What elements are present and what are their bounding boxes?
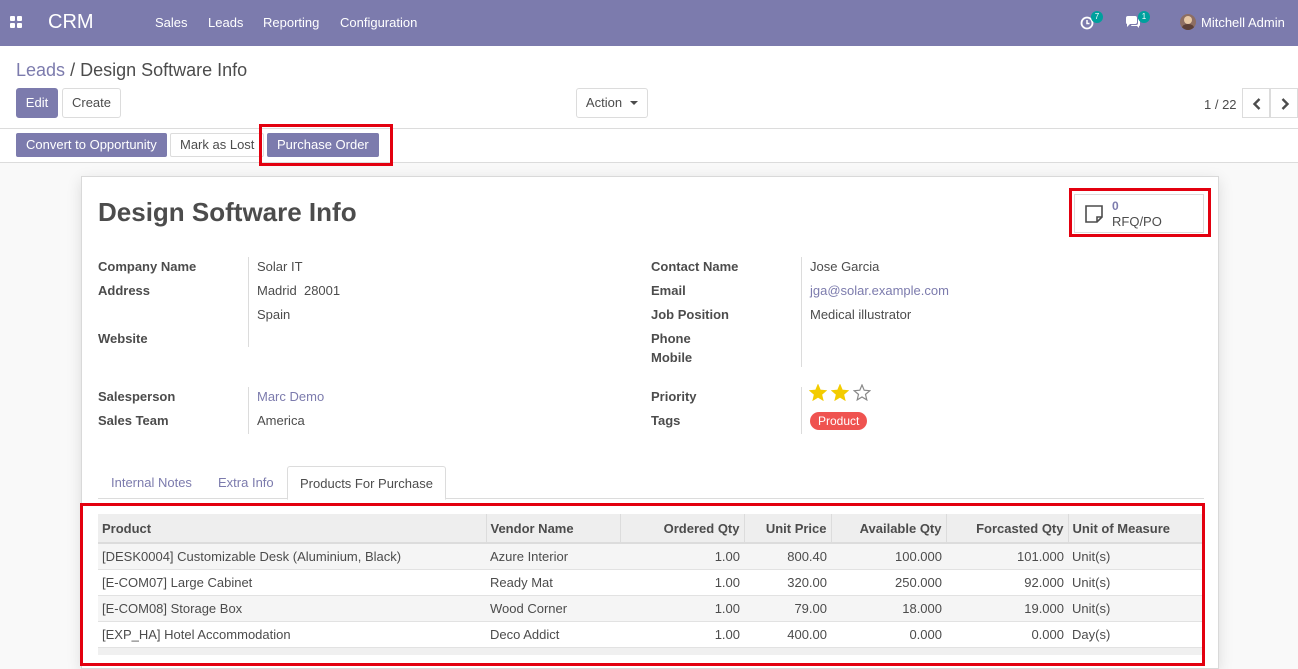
create-button[interactable]: Create	[62, 88, 121, 118]
company-name-value: Solar IT	[257, 259, 303, 274]
message-badge: 1	[1138, 11, 1150, 23]
menu-leads[interactable]: Leads	[208, 15, 243, 30]
control-panel: Leads / Design Software Info Edit Create…	[0, 46, 1298, 129]
mobile-label: Mobile	[651, 350, 693, 365]
phone-label: Phone	[651, 331, 691, 346]
action-label: Action	[585, 95, 623, 110]
field-divider	[248, 257, 249, 347]
contact-name-label: Contact Name	[651, 259, 739, 274]
avatar[interactable]	[1180, 14, 1196, 30]
star-icon[interactable]	[852, 383, 872, 404]
pager-value[interactable]: 1 / 22	[1204, 97, 1237, 112]
app-brand[interactable]: CRM	[48, 11, 94, 34]
user-menu[interactable]: Mitchell Admin	[1201, 15, 1285, 30]
record-title: Design Software Info	[98, 197, 357, 227]
top-navbar: CRM Sales Leads Reporting Configuration …	[0, 0, 1298, 46]
field-divider	[801, 257, 802, 367]
pager-previous-button[interactable]	[1242, 88, 1270, 118]
activity-badge: 7	[1091, 11, 1103, 23]
messaging-menu[interactable]: 1	[1125, 11, 1155, 34]
notebook-tabs: Internal Notes Extra Info Products For P…	[98, 466, 1204, 500]
star-icon[interactable]	[808, 383, 828, 404]
tab-extra-info[interactable]: Extra Info	[206, 466, 286, 499]
company-name-label: Company Name	[98, 259, 197, 274]
highlight-purchase-order	[259, 124, 393, 166]
breadcrumb-current: Design Software Info	[80, 60, 248, 80]
caret-down-icon	[630, 100, 639, 105]
address-country: Spain	[257, 307, 291, 322]
convert-to-opportunity-button[interactable]: Convert to Opportunity	[16, 133, 167, 157]
chevron-right-icon	[1281, 98, 1290, 110]
action-dropdown[interactable]: Action	[576, 88, 648, 118]
field-divider	[248, 387, 249, 434]
star-icon[interactable]	[830, 383, 850, 404]
breadcrumb-separator: /	[70, 60, 76, 80]
job-position-value: Medical illustrator	[810, 307, 912, 322]
salesperson-link[interactable]: Marc Demo	[257, 389, 324, 404]
tab-internal-notes[interactable]: Internal Notes	[99, 466, 204, 499]
activity-menu[interactable]: 7	[1080, 11, 1106, 34]
statusbar: Convert to Opportunity Mark as Lost Purc…	[0, 129, 1298, 163]
contact-name-value: Jose Garcia	[810, 259, 880, 274]
mark-as-lost-button[interactable]: Mark as Lost	[170, 133, 265, 157]
address-label: Address	[98, 283, 151, 298]
salesperson-label: Salesperson	[98, 389, 176, 404]
tag-badge[interactable]: Product	[810, 412, 868, 430]
job-position-label: Job Position	[651, 307, 729, 322]
tags-label: Tags	[651, 413, 681, 428]
form-sheet: Design Software Info 0 RFQ/PO Company Na…	[80, 176, 1219, 669]
tab-products-for-purchase[interactable]: Products For Purchase	[287, 466, 446, 500]
highlight-rfq-po	[1069, 188, 1211, 237]
breadcrumb-leads-link[interactable]: Leads	[16, 60, 65, 80]
email-link[interactable]: jga@solar.example.com	[810, 283, 949, 298]
field-divider	[801, 387, 802, 434]
highlight-products-table	[80, 503, 1205, 666]
website-label: Website	[98, 331, 148, 346]
apps-grid-icon[interactable]	[10, 16, 23, 29]
menu-sales[interactable]: Sales	[155, 15, 188, 30]
sales-team-label: Sales Team	[98, 413, 169, 428]
pager-next-button[interactable]	[1270, 88, 1298, 118]
email-label: Email	[651, 283, 686, 298]
menu-reporting[interactable]: Reporting	[263, 15, 319, 30]
breadcrumb: Leads / Design Software Info	[16, 60, 247, 81]
priority-label: Priority	[651, 389, 697, 404]
chevron-left-icon	[1252, 98, 1261, 110]
sales-team-value: America	[257, 413, 305, 428]
menu-configuration[interactable]: Configuration	[340, 15, 417, 30]
address-city-zip: Madrid 28001	[257, 283, 341, 298]
edit-button[interactable]: Edit	[16, 88, 58, 118]
